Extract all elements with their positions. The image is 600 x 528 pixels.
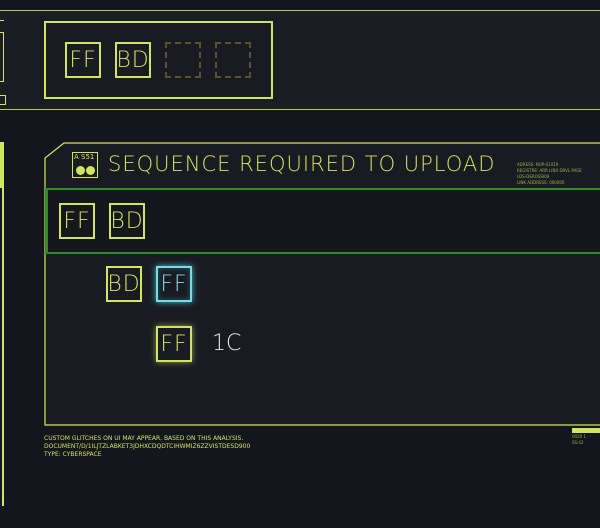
left-edge-panel-fragment bbox=[0, 32, 4, 82]
sequence-cell-code: FF bbox=[160, 331, 188, 357]
sequence-row-1-cell-2[interactable]: BD bbox=[109, 203, 145, 239]
buffer-slot-4 bbox=[215, 42, 251, 78]
right-status-tag: 0020 1 · · 0S:42 bbox=[572, 428, 600, 445]
buffer-slot-3 bbox=[165, 42, 201, 78]
left-sidebar-strip bbox=[0, 142, 4, 506]
panel-metadata: ADRESS: NUP-01019 REGISTRE: ARR LINX DRV… bbox=[517, 162, 582, 186]
footer-line-3: TYPE: CYBERSPACE bbox=[44, 451, 102, 458]
badge-dot-right bbox=[86, 166, 95, 175]
sequence-row-2-cell-2-active[interactable]: FF bbox=[156, 266, 192, 302]
footer-line-2: DOCUMENT/D/1ILJTZLABKET3JDHXCDQDTCIHWMIZ… bbox=[44, 443, 251, 450]
sequence-cell-code: FF bbox=[160, 271, 188, 297]
sequence-cell-code: BD bbox=[107, 271, 141, 297]
right-tag-line-2: 0S:42 bbox=[572, 440, 584, 445]
footer-line-1: CUSTOM GLITCHES ON UI MAY APPEAR, BASED … bbox=[44, 435, 244, 442]
footer-note: CUSTOM GLITCHES ON UI MAY APPEAR, BASED … bbox=[44, 435, 250, 459]
buffer-slot-2-code: BD bbox=[116, 47, 150, 73]
badge-label: A S51 bbox=[74, 153, 95, 161]
sequence-cell-code: FF bbox=[63, 208, 91, 234]
sequence-row-2-cell-1[interactable]: BD bbox=[106, 266, 142, 302]
buffer-slot-1: FF bbox=[65, 42, 101, 78]
sequence-row-3-next-code: 1C bbox=[212, 331, 242, 356]
left-edge-panel-tab bbox=[0, 95, 6, 105]
right-tag-line-1: 0020 1 · · bbox=[572, 434, 592, 439]
left-sidebar-indicator bbox=[0, 142, 4, 188]
buffer-slot-1-code: FF bbox=[69, 47, 97, 73]
sequence-row-1-cell-1[interactable]: FF bbox=[59, 203, 95, 239]
meta-line-4: LINK ADDRESS: 000000 bbox=[517, 180, 565, 185]
badge-dot-left bbox=[76, 166, 85, 175]
panel-title: SEQUENCE REQUIRED TO UPLOAD bbox=[108, 152, 496, 176]
sequence-cell-code: BD bbox=[110, 208, 144, 234]
left-edge-tick bbox=[0, 20, 4, 21]
buffer-slot-2: BD bbox=[115, 42, 151, 78]
sequence-row-3-cell-1[interactable]: FF bbox=[156, 326, 192, 362]
daemon-badge: A S51 bbox=[72, 152, 98, 178]
right-tag-bar bbox=[572, 428, 600, 433]
